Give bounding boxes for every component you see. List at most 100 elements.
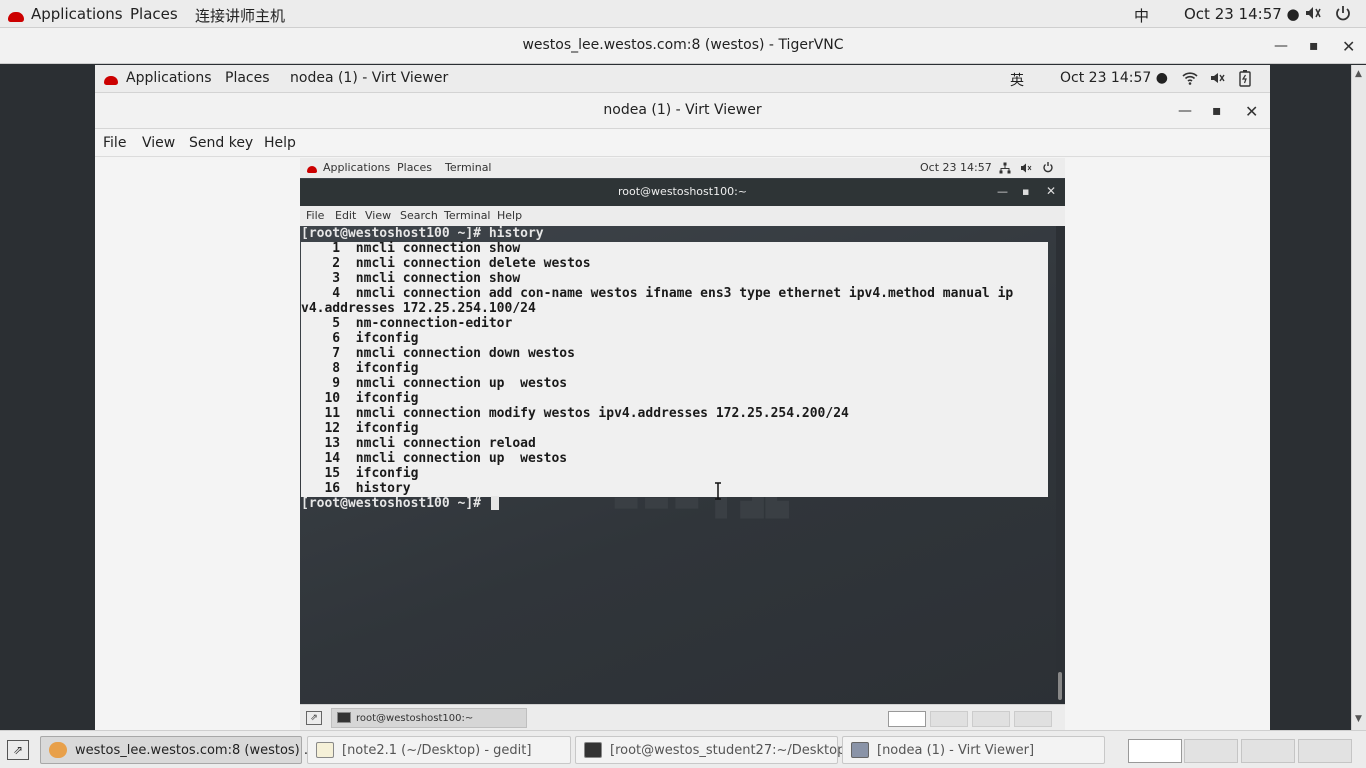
term-menu-file[interactable]: File — [306, 209, 324, 222]
guest-applications-menu[interactable]: Applications — [323, 161, 390, 174]
vnc-scrollbar[interactable]: ▲ ▼ — [1351, 65, 1366, 730]
history-line: 10 ifconfig — [301, 391, 419, 406]
connect-teacher-menu[interactable]: 连接讲师主机 — [195, 5, 285, 26]
clock[interactable]: Oct 23 14:57 ● — [1184, 5, 1300, 23]
menu-file[interactable]: File — [103, 135, 126, 151]
maximize-icon[interactable]: ▪ — [1212, 103, 1222, 119]
prompt-line: [root@westoshost100 ~]# history — [301, 226, 544, 241]
applications-menu[interactable]: Applications — [31, 5, 123, 23]
redhat-icon[interactable] — [8, 8, 24, 26]
virt-viewer-title-bar[interactable]: nodea (1) - Virt Viewer — ▪ ✕ — [95, 93, 1270, 129]
virt-viewer-menubar: File View Send key Help — [95, 129, 1270, 157]
workspace-1[interactable] — [888, 711, 926, 727]
workspace-4[interactable] — [1298, 739, 1352, 763]
show-desktop-icon[interactable]: ⇗ — [7, 740, 29, 760]
close-icon[interactable]: ✕ — [1342, 37, 1355, 56]
volume-icon[interactable] — [1209, 70, 1225, 90]
remote-top-bar: Applications Places nodea (1) - Virt Vie… — [95, 65, 1270, 93]
workspace-3[interactable] — [1241, 739, 1295, 763]
history-line: 8 ifconfig — [301, 361, 419, 376]
scrollbar-thumb[interactable] — [1058, 672, 1062, 700]
wifi-icon[interactable] — [1182, 70, 1198, 90]
history-line: 4 nmcli connection add con-name westos i… — [301, 286, 1014, 301]
vnc-title-bar[interactable]: westos_lee.westos.com:8 (westos) - Tiger… — [0, 28, 1366, 64]
gedit-icon — [316, 742, 334, 758]
guest-taskbar: ⇗ root@westoshost100:~ — [300, 704, 1065, 730]
network-icon[interactable] — [999, 162, 1011, 177]
minimize-icon[interactable]: — — [997, 185, 1008, 198]
volume-icon[interactable] — [1304, 4, 1322, 26]
remote-window-title[interactable]: nodea (1) - Virt Viewer — [290, 70, 448, 86]
maximize-icon[interactable]: ▪ — [1022, 185, 1029, 198]
term-menu-edit[interactable]: Edit — [335, 209, 356, 222]
terminal-title-bar[interactable]: root@westoshost100:~ — ▪ ✕ — [300, 179, 1065, 206]
guest-terminal-menu[interactable]: Terminal — [445, 161, 492, 174]
outer-top-bar: Applications Places 连接讲师主机 中 Oct 23 14:5… — [0, 0, 1366, 28]
terminal-scrollbar[interactable] — [1056, 226, 1065, 704]
virt-viewer-title: nodea (1) - Virt Viewer — [603, 102, 762, 118]
term-menu-help[interactable]: Help — [497, 209, 522, 222]
history-line: 14 nmcli connection up westos — [301, 451, 568, 466]
redhat-icon[interactable] — [307, 163, 317, 176]
guest-task-label: root@westoshost100:~ — [356, 713, 474, 724]
workspace-1[interactable] — [1128, 739, 1182, 763]
menu-help[interactable]: Help — [264, 135, 296, 151]
term-menu-terminal[interactable]: Terminal — [444, 209, 491, 222]
workspace-2[interactable] — [1184, 739, 1238, 763]
guest-clock[interactable]: Oct 23 14:57 — [920, 161, 992, 174]
workspace-4[interactable] — [1014, 711, 1052, 727]
history-line: 16 history — [301, 481, 411, 496]
remote-applications-menu[interactable]: Applications — [126, 70, 212, 86]
terminal-icon — [337, 712, 351, 723]
task-virt-viewer[interactable]: [nodea (1) - Virt Viewer] — [842, 736, 1105, 764]
redhat-icon[interactable] — [104, 73, 118, 89]
battery-icon[interactable] — [1239, 70, 1251, 91]
terminal-icon — [584, 742, 602, 758]
history-line: 1 nmcli connection show — [301, 241, 521, 256]
remote-places-menu[interactable]: Places — [225, 70, 270, 86]
history-line: 5 nm-connection-editor — [301, 316, 513, 331]
history-line: 9 nmcli connection up westos — [301, 376, 568, 391]
vnc-window-title: westos_lee.westos.com:8 (westos) - Tiger… — [522, 37, 844, 53]
workspace-3[interactable] — [972, 711, 1010, 727]
menu-send-key[interactable]: Send key — [189, 135, 253, 151]
history-line: 15 ifconfig — [301, 466, 419, 481]
outer-taskbar: ⇗ westos_lee.westos.com:8 (westos) ... [… — [0, 730, 1366, 768]
term-menu-view[interactable]: View — [365, 209, 391, 222]
volume-icon[interactable] — [1020, 162, 1032, 177]
history-line: 11 nmcli connection modify westos ipv4.a… — [301, 406, 849, 421]
minimize-icon[interactable]: — — [1274, 38, 1288, 54]
remote-input-method[interactable]: 英 — [1010, 70, 1024, 90]
history-line: 7 nmcli connection down westos — [301, 346, 575, 361]
task-tigervnc[interactable]: westos_lee.westos.com:8 (westos) ... — [40, 736, 316, 764]
history-line: v4.addresses 172.25.254.100/24 — [301, 301, 536, 316]
task-gedit[interactable]: [note2.1 (~/Desktop) - gedit] — [307, 736, 571, 764]
workspace-2[interactable] — [930, 711, 968, 727]
prompt-line-end: [root@westoshost100 ~]# — [301, 496, 499, 511]
task-terminal[interactable]: [root@westos_student27:~/Desktop] — [575, 736, 850, 764]
guest-places-menu[interactable]: Places — [397, 161, 432, 174]
power-icon[interactable] — [1042, 161, 1054, 176]
history-line: 12 ifconfig — [301, 421, 419, 436]
power-icon[interactable] — [1334, 4, 1352, 26]
terminal-title: root@westoshost100:~ — [618, 185, 747, 198]
minimize-icon[interactable]: — — [1178, 103, 1192, 119]
show-desktop-icon[interactable]: ⇗ — [306, 711, 322, 725]
scroll-up-icon[interactable]: ▲ — [1355, 69, 1362, 79]
close-icon[interactable]: ✕ — [1046, 184, 1056, 198]
virt-viewer-icon — [851, 742, 869, 758]
remote-clock[interactable]: Oct 23 14:57 ● — [1060, 70, 1168, 86]
close-icon[interactable]: ✕ — [1245, 102, 1258, 121]
places-menu[interactable]: Places — [130, 5, 178, 23]
scroll-down-icon[interactable]: ▼ — [1355, 714, 1362, 724]
history-line: 2 nmcli connection delete westos — [301, 256, 591, 271]
input-method-indicator[interactable]: 中 — [1134, 5, 1149, 26]
term-menu-search[interactable]: Search — [400, 209, 438, 222]
maximize-icon[interactable]: ▪ — [1309, 38, 1319, 54]
menu-view[interactable]: View — [142, 135, 175, 151]
text-cursor-icon — [713, 482, 723, 500]
terminal-cursor — [490, 496, 499, 510]
terminal-menubar: File Edit View Search Terminal Help — [300, 206, 1065, 226]
tigervnc-icon — [49, 742, 67, 758]
guest-task-terminal[interactable]: root@westoshost100:~ — [331, 708, 527, 728]
